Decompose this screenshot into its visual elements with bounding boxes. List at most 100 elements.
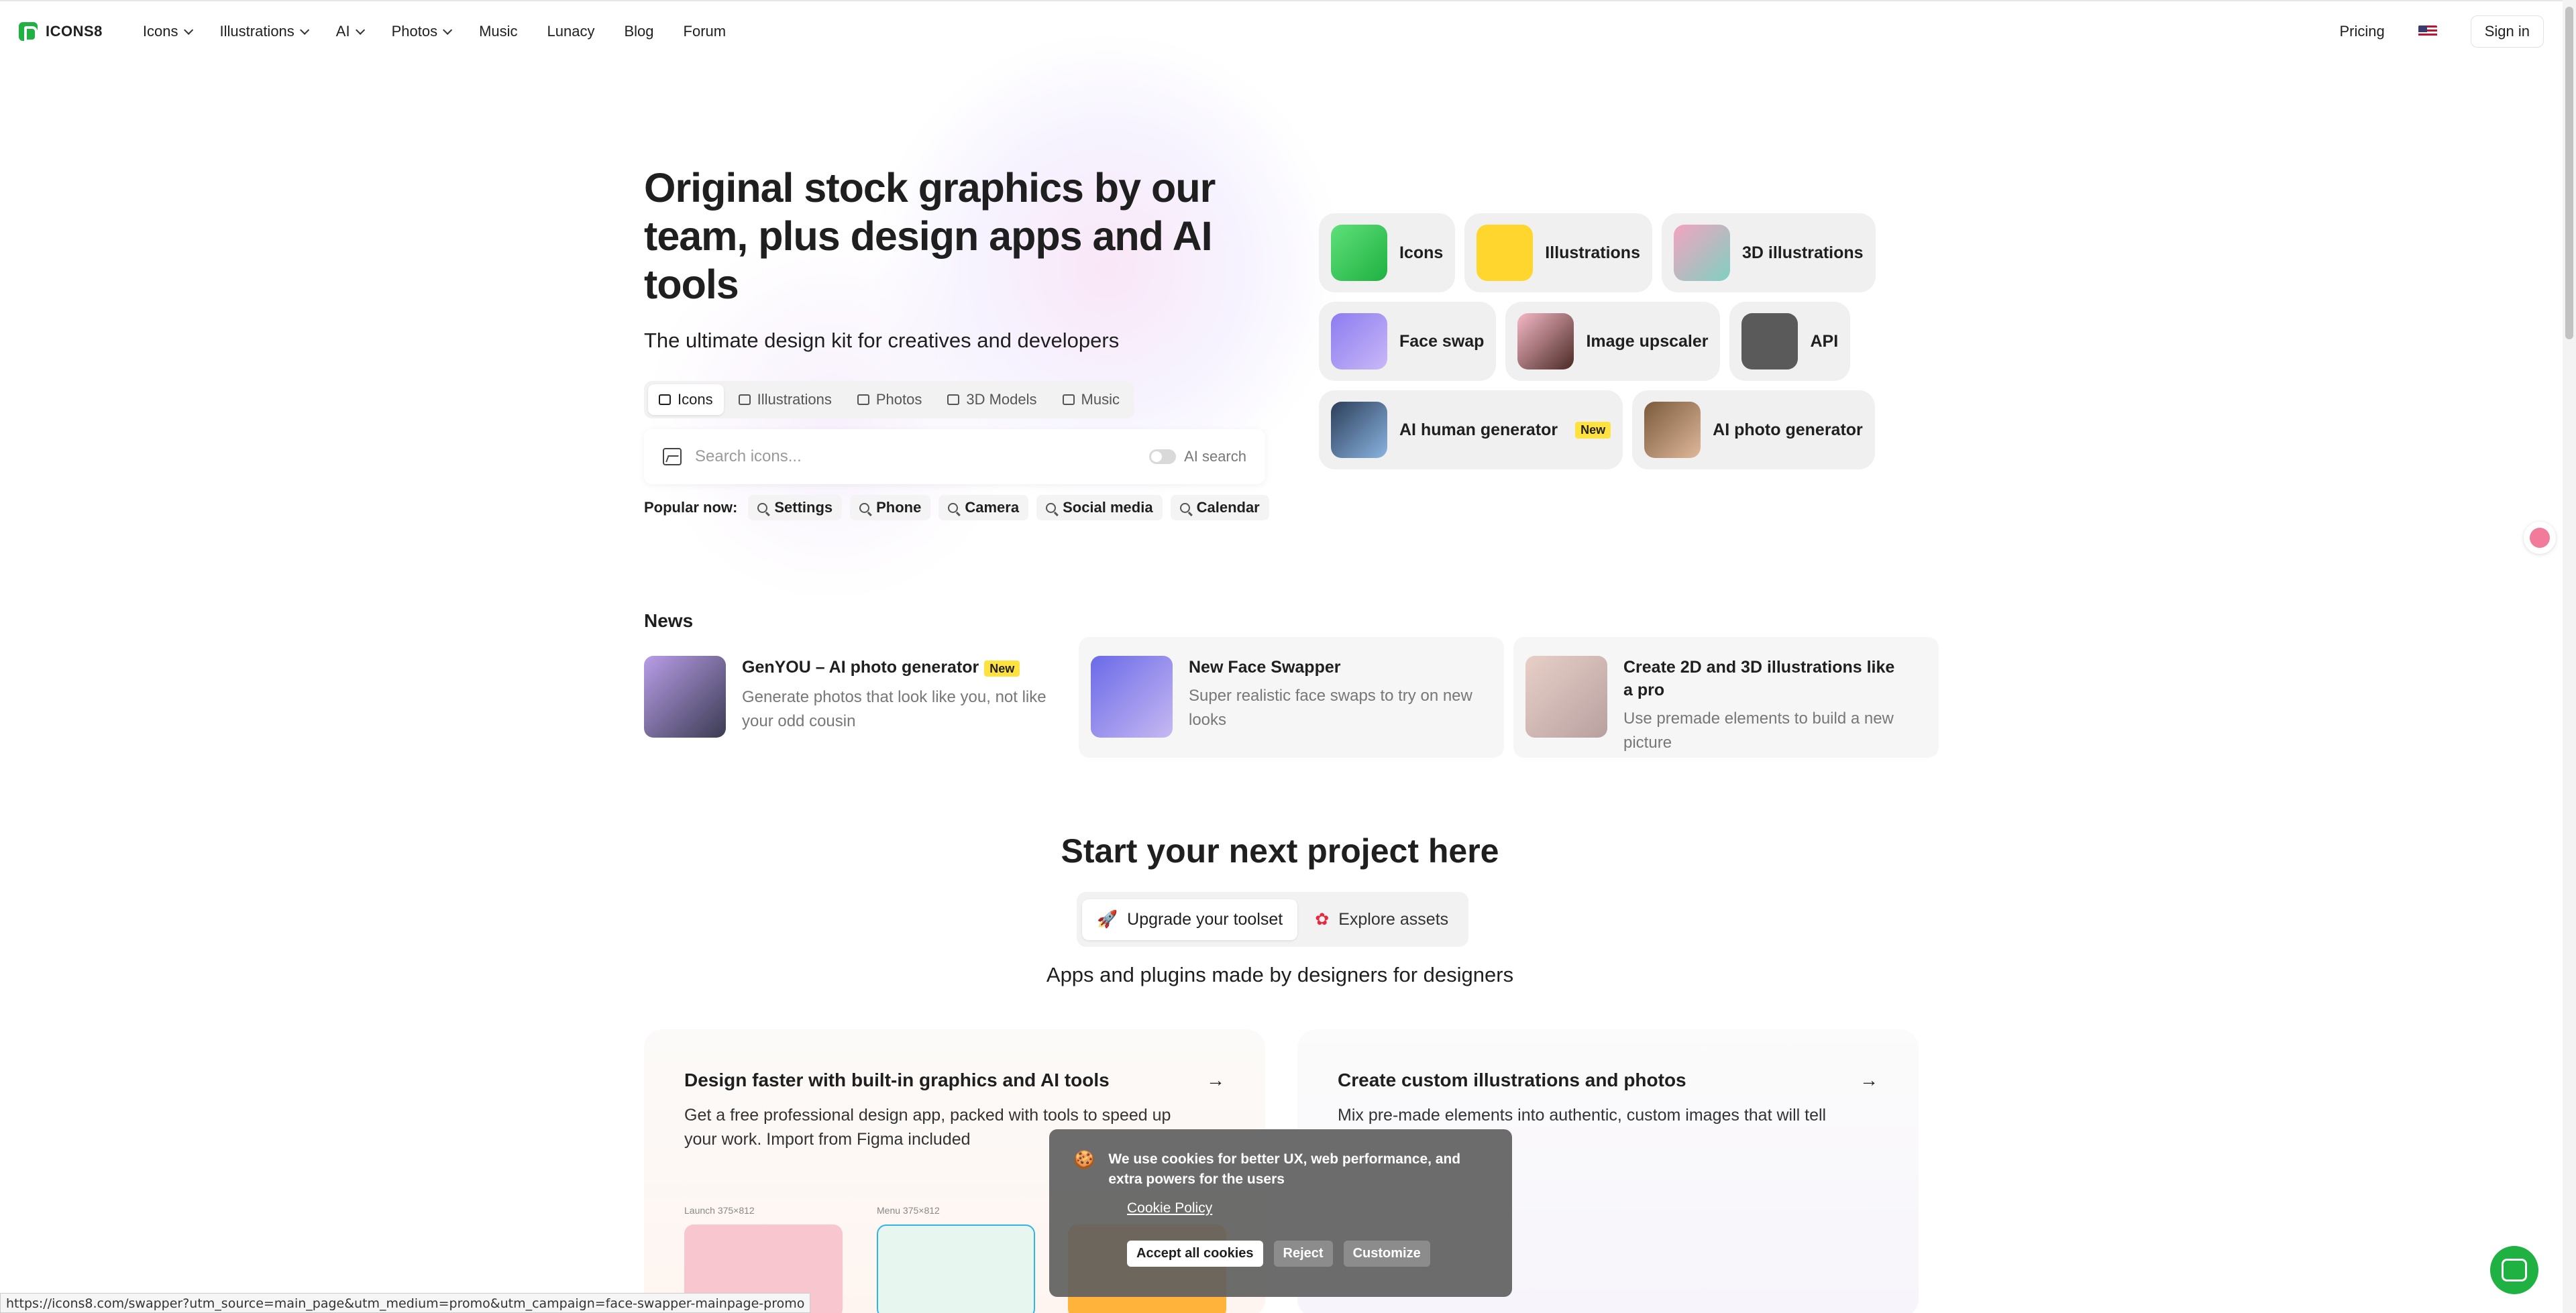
news-title: New Face Swapper: [1189, 658, 1341, 677]
cube-icon: [947, 394, 960, 405]
explore-assets-tab[interactable]: ✿ Explore assets: [1300, 899, 1463, 940]
cookie-policy-link[interactable]: Cookie Policy: [1127, 1200, 1488, 1216]
cookie-icon: 🍪: [1073, 1149, 1095, 1169]
nav-ai[interactable]: AI: [335, 23, 365, 40]
news-body: GenYOU – AI photo generator New Generate …: [742, 656, 1069, 758]
nav-label: AI: [335, 23, 350, 40]
news-title-text: GenYOU – AI photo generator: [742, 658, 979, 677]
category-tabs: Icons Illustrations Photos 3D Models Mus…: [644, 381, 1134, 418]
popular-chip-settings[interactable]: Settings: [748, 495, 843, 520]
tile-label: AI human generator: [1399, 420, 1558, 439]
translate-widget-icon[interactable]: [2524, 522, 2556, 554]
hero-title: Original stock graphics by our team, plu…: [644, 165, 1216, 307]
news-card-create-illustrations[interactable]: Create 2D and 3D illustrations like a pr…: [1513, 637, 1939, 758]
face-swapper-thumb: [1091, 656, 1173, 738]
house-icon: [1331, 225, 1387, 281]
seg-label: Upgrade your toolset: [1127, 909, 1283, 929]
nav-forum[interactable]: Forum: [684, 23, 727, 40]
tile-face-swap[interactable]: Face swap: [1319, 302, 1497, 381]
nav-right: Pricing Sign in: [2339, 15, 2544, 48]
ai-search-label: AI search: [1184, 448, 1246, 465]
image-search-icon[interactable]: [663, 448, 682, 465]
arrow-right-icon: →: [1206, 1070, 1225, 1090]
news-desc: Use premade elements to build a new pict…: [1623, 709, 1894, 752]
scroll-thumb[interactable]: [2565, 7, 2573, 339]
tab-icons[interactable]: Icons: [648, 384, 724, 415]
tool-tiles: Icons Illustrations 3D illustrations Fac…: [1319, 213, 1909, 479]
tab-music[interactable]: Music: [1052, 384, 1130, 415]
new-badge: New: [1575, 421, 1611, 439]
tab-label: 3D Models: [966, 391, 1037, 408]
news-card-face-swapper[interactable]: New Face Swapper Super realistic face sw…: [1079, 637, 1504, 758]
chip-label: Phone: [876, 499, 922, 516]
image-upscaler-thumb: [1517, 313, 1574, 369]
nav-label: Photos: [391, 23, 438, 40]
tile-label: API: [1810, 331, 1839, 351]
nav-blog[interactable]: Blog: [625, 23, 654, 40]
cookie-message: 🍪 We use cookies for better UX, web perf…: [1073, 1149, 1488, 1190]
nav-menu: Icons Illustrations AI Photos Music Luna…: [143, 23, 726, 40]
tile-3d-illustrations[interactable]: 3D illustrations: [1661, 213, 1876, 292]
ai-search-toggle[interactable]: [1149, 449, 1177, 464]
new-badge: New: [984, 661, 1020, 677]
feature-title: Create custom illustrations and photos →: [1338, 1070, 1878, 1091]
cookie-banner: 🍪 We use cookies for better UX, web perf…: [1049, 1129, 1512, 1297]
logo[interactable]: ICONS8: [19, 22, 103, 42]
tab-3d-models[interactable]: 3D Models: [936, 384, 1047, 415]
popular-chip-social-media[interactable]: Social media: [1036, 495, 1163, 520]
tile-ai-photo-generator[interactable]: AI photo generator: [1632, 390, 1875, 469]
tile-row: Icons Illustrations 3D illustrations: [1319, 213, 1909, 292]
nav-lunacy[interactable]: Lunacy: [547, 23, 595, 40]
nav-photos[interactable]: Photos: [391, 23, 453, 40]
search-input[interactable]: Search icons...: [695, 447, 1149, 466]
tile-ai-human-generator[interactable]: AI human generator New: [1319, 390, 1623, 469]
popular-label: Popular now:: [644, 499, 738, 516]
nav-music[interactable]: Music: [479, 23, 517, 40]
scrollbar[interactable]: [2563, 0, 2576, 1313]
rocket-icon: 🚀: [1097, 909, 1118, 929]
customize-cookies-button[interactable]: Customize: [1343, 1241, 1430, 1267]
search-bar[interactable]: Search icons... AI search: [644, 429, 1265, 484]
upgrade-toolset-tab[interactable]: 🚀 Upgrade your toolset: [1082, 899, 1298, 940]
feature-title-text: Design faster with built-in graphics and…: [684, 1070, 1110, 1090]
chip-label: Camera: [965, 499, 1020, 516]
news-card-genyou[interactable]: GenYOU – AI photo generator New Generate …: [644, 637, 1069, 758]
tile-label: Face swap: [1399, 331, 1485, 351]
code-icon: [1741, 313, 1799, 369]
tile-api[interactable]: API: [1729, 302, 1851, 381]
popular-chip-phone[interactable]: Phone: [850, 495, 931, 520]
tab-illustrations[interactable]: Illustrations: [728, 384, 843, 415]
news-body: Create 2D and 3D illustrations like a pr…: [1623, 656, 1905, 758]
news-list: GenYOU – AI photo generator New Generate …: [644, 637, 1939, 758]
us-flag-icon[interactable]: [2418, 25, 2437, 38]
tile-illustrations[interactable]: Illustrations: [1464, 213, 1652, 292]
popular-chip-calendar[interactable]: Calendar: [1170, 495, 1269, 520]
feature-desc: Mix pre-made elements into authentic, cu…: [1338, 1106, 1827, 1125]
start-heading: Start your next project here: [1061, 832, 1499, 870]
reject-cookies-button[interactable]: Reject: [1273, 1241, 1333, 1267]
tile-icons[interactable]: Icons: [1319, 213, 1456, 292]
tab-photos[interactable]: Photos: [847, 384, 933, 415]
sign-in-button[interactable]: Sign in: [2470, 15, 2544, 48]
news-desc: Super realistic face swaps to try on new…: [1189, 687, 1472, 729]
nav-illustrations[interactable]: Illustrations: [220, 23, 309, 40]
create-illustrations-thumb: [1525, 656, 1607, 738]
ai-human-thumb: [1331, 402, 1387, 458]
project-segmented-control: 🚀 Upgrade your toolset ✿ Explore assets: [1077, 892, 1469, 947]
accept-cookies-button[interactable]: Accept all cookies: [1127, 1241, 1263, 1267]
pricing-link[interactable]: Pricing: [2339, 23, 2384, 40]
phone-preview-menu: [877, 1224, 1035, 1313]
chevron-down-icon: [355, 25, 365, 35]
illustrations-icon: [738, 394, 751, 405]
news-title: GenYOU – AI photo generator New: [742, 656, 1069, 680]
chevron-down-icon: [183, 25, 193, 35]
popular-chip-camera[interactable]: Camera: [938, 495, 1029, 520]
tab-label: Illustrations: [757, 391, 832, 408]
tab-label: Music: [1081, 391, 1120, 408]
tile-label: Image upscaler: [1586, 331, 1709, 351]
tile-image-upscaler[interactable]: Image upscaler: [1505, 302, 1721, 381]
3d-illustration-thumb: [1673, 225, 1730, 281]
top-nav: ICONS8 Icons Illustrations AI Photos Mus…: [0, 0, 2563, 62]
chat-icon[interactable]: [2490, 1246, 2538, 1294]
nav-icons[interactable]: Icons: [143, 23, 193, 40]
